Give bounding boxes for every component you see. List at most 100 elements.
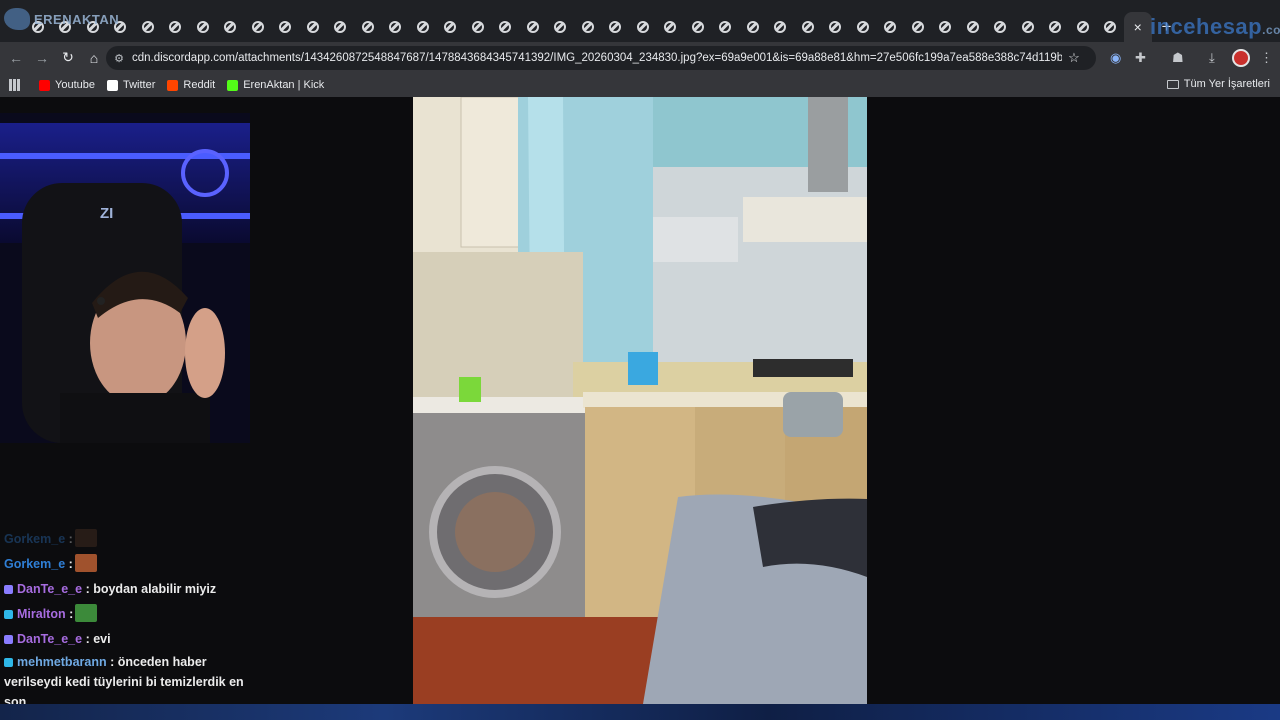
incognito-icon[interactable]: ☗	[1172, 50, 1184, 66]
no-entry-favicon-icon	[691, 21, 704, 33]
chat-emote-icon	[74, 554, 97, 572]
chat-message: Miralton :	[4, 602, 254, 627]
site-info-icon[interactable]: ⚙	[106, 52, 132, 65]
browser-tab[interactable]	[437, 12, 465, 42]
url-text[interactable]: cdn.discordapp.com/attachments/143426087…	[132, 52, 1062, 64]
browser-tab[interactable]	[299, 12, 327, 42]
profile-avatar[interactable]	[1232, 49, 1250, 67]
bookmark-label: Twitter	[122, 79, 156, 91]
address-bar[interactable]: ⚙ cdn.discordapp.com/attachments/1434260…	[106, 46, 1096, 70]
browser-tab[interactable]	[519, 12, 547, 42]
browser-tab[interactable]	[712, 12, 740, 42]
browser-tab[interactable]	[1014, 12, 1042, 42]
chat-emote-icon	[75, 604, 98, 622]
chat-username[interactable]: Gorkem_e	[4, 532, 65, 546]
bookmark-item[interactable]: Reddit	[167, 79, 215, 91]
bookmark-item[interactable]: Twitter	[106, 79, 156, 91]
menu-kebab-icon[interactable]: ⋮	[1260, 50, 1273, 66]
browser-tab[interactable]	[327, 12, 355, 42]
no-entry-favicon-icon	[1049, 21, 1062, 33]
chat-username[interactable]: DanTe_e_e	[17, 582, 82, 596]
browser-tab[interactable]	[244, 12, 272, 42]
chat-separator: :	[65, 532, 73, 546]
no-entry-favicon-icon	[334, 21, 347, 33]
read-aloud-icon[interactable]: ◉	[1110, 50, 1121, 66]
chat-username[interactable]: mehmetbarann	[17, 655, 107, 669]
chat-username[interactable]: Miralton	[17, 607, 66, 621]
browser-tab[interactable]	[409, 12, 437, 42]
no-entry-favicon-icon	[224, 21, 237, 33]
user-badge-icon	[4, 635, 13, 644]
no-entry-favicon-icon	[746, 21, 759, 33]
browser-tab[interactable]	[684, 12, 712, 42]
browser-tab[interactable]	[272, 12, 300, 42]
browser-tab[interactable]	[987, 12, 1015, 42]
browser-tab[interactable]	[217, 12, 245, 42]
bookmark-item[interactable]: Youtube	[39, 79, 95, 91]
no-entry-favicon-icon	[279, 21, 292, 33]
bookmark-star-icon[interactable]: ☆	[1062, 50, 1086, 66]
browser-tab[interactable]	[354, 12, 382, 42]
chat-username[interactable]: Gorkem_e	[4, 557, 65, 571]
browser-tab[interactable]	[382, 12, 410, 42]
browser-tab[interactable]	[602, 12, 630, 42]
browser-tab[interactable]	[904, 12, 932, 42]
no-entry-favicon-icon	[416, 21, 429, 33]
browser-tab[interactable]	[1069, 12, 1097, 42]
download-icon[interactable]: ⤓	[1209, 50, 1215, 66]
browser-tab[interactable]	[767, 12, 795, 42]
browser-tab[interactable]	[574, 12, 602, 42]
no-entry-favicon-icon	[829, 21, 842, 33]
bookmark-favicon-icon	[227, 79, 239, 91]
chat-message: Gorkem_e :	[4, 552, 254, 577]
no-entry-favicon-icon	[581, 21, 594, 33]
browser-tab[interactable]	[134, 12, 162, 42]
active-tab[interactable]: ×	[1124, 12, 1152, 42]
no-entry-favicon-icon	[774, 21, 787, 33]
close-tab-icon[interactable]: ×	[1134, 19, 1142, 35]
bookmark-favicon-icon	[106, 79, 118, 91]
no-entry-favicon-icon	[1104, 21, 1117, 33]
chat-message: Gorkem_e :	[4, 527, 254, 552]
tab-list	[24, 0, 1124, 42]
browser-tab[interactable]	[1097, 12, 1125, 42]
browser-tab[interactable]	[492, 12, 520, 42]
browser-tab[interactable]	[657, 12, 685, 42]
browser-tab[interactable]	[794, 12, 822, 42]
browser-tab[interactable]	[822, 12, 850, 42]
browser-tab[interactable]	[189, 12, 217, 42]
bookmark-label: Youtube	[55, 79, 95, 91]
bookmark-label: Reddit	[183, 79, 216, 91]
browser-tab[interactable]	[849, 12, 877, 42]
browser-tab[interactable]	[162, 12, 190, 42]
back-arrow-icon[interactable]: ←	[4, 50, 28, 66]
chat-text: boydan alabilir miyiz	[89, 582, 217, 596]
browser-tab[interactable]	[629, 12, 657, 42]
extensions-icon[interactable]: ✚	[1135, 50, 1146, 66]
browser-tab[interactable]	[547, 12, 575, 42]
forward-arrow-icon[interactable]: →	[30, 50, 54, 66]
chat-username[interactable]: DanTe_e_e	[17, 632, 82, 646]
no-entry-favicon-icon	[994, 21, 1007, 33]
stream-bottom-bar	[0, 704, 1280, 720]
no-entry-favicon-icon	[141, 21, 154, 33]
browser-tab[interactable]	[959, 12, 987, 42]
no-entry-favicon-icon	[251, 21, 264, 33]
bookmark-item[interactable]: ErenAktan | Kick	[227, 79, 324, 91]
all-bookmarks[interactable]: Tüm Yer İşaretleri	[1166, 78, 1270, 90]
chat-separator: :	[65, 557, 73, 571]
no-entry-favicon-icon	[966, 21, 979, 33]
browser-tab[interactable]	[932, 12, 960, 42]
browser-tab[interactable]	[1042, 12, 1070, 42]
browser-tab[interactable]	[464, 12, 492, 42]
browser-tab[interactable]	[739, 12, 767, 42]
no-entry-favicon-icon	[499, 21, 512, 33]
reload-icon[interactable]: ↻	[56, 49, 80, 66]
home-icon[interactable]: ⌂	[82, 50, 106, 66]
bookmarks-bar: Youtube Twitter Reddit ErenAktan | Kick Tüm…	[0, 73, 1280, 97]
browser-tab[interactable]	[877, 12, 905, 42]
apps-grid-icon[interactable]	[9, 79, 21, 91]
user-badge-icon	[4, 610, 13, 619]
no-entry-favicon-icon	[1076, 21, 1089, 33]
folder-icon	[1166, 79, 1179, 89]
